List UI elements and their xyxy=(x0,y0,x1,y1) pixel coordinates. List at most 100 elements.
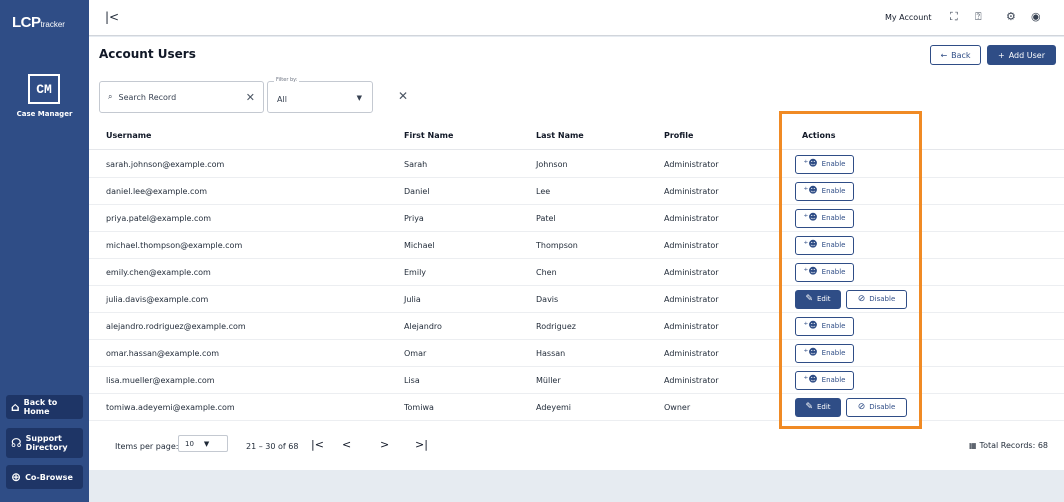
username-cell: julia.davis@example.com xyxy=(106,294,209,304)
table-row: julia.davis@example.com Julia Davis Adminis… xyxy=(89,286,1064,313)
last-name-cell: Lee xyxy=(536,186,551,196)
case-manager-label: Case Manager xyxy=(16,110,73,118)
my-account-link[interactable]: My Account xyxy=(885,13,931,22)
items-per-page-select[interactable]: 10 ▼ xyxy=(178,435,228,452)
table-header: Username First Name Last Name Profile Ac… xyxy=(89,122,1064,150)
enable-button[interactable]: ⁺☻ Enable xyxy=(795,235,854,255)
support-directory-button[interactable]: ☊ Support Directory xyxy=(6,428,83,458)
table-row: alejandro.rodriguez@example.com Alejandro… xyxy=(89,313,1064,340)
first-name-cell: Julia xyxy=(404,294,421,304)
actions-cell: ✎ Edit ⊘ Disable xyxy=(795,394,907,420)
page-range: 21 – 30 of 68 xyxy=(246,442,299,451)
table-row: daniel.lee@example.com Daniel Lee Administr… xyxy=(89,178,1064,205)
first-name-cell: Sarah xyxy=(404,159,428,169)
username-cell: alejandro.rodriguez@example.com xyxy=(106,321,246,331)
plus-icon: + xyxy=(998,50,1005,60)
username-cell: omar.hassan@example.com xyxy=(106,348,220,358)
pagination-bar: Items per page: 10 ▼ 21 – 30 of 68 |< < … xyxy=(89,429,1064,469)
items-per-page-label: Items per page: xyxy=(115,442,179,451)
account-icon[interactable]: ◉ xyxy=(1031,10,1041,23)
table-row: tomiwa.adeyemi@example.com Tomiwa Adeyemi O… xyxy=(89,394,1064,421)
actions-cell: ⁺☻ Enable xyxy=(795,340,854,366)
enable-button[interactable]: ⁺☻ Enable xyxy=(795,262,854,282)
profile-cell: Administrator xyxy=(664,321,719,331)
back-to-home-button[interactable]: ⌂ Back to Home xyxy=(6,395,83,419)
back-button[interactable]: ← Back xyxy=(930,45,981,65)
add-user-button[interactable]: + Add User xyxy=(987,45,1056,65)
username-cell: sarah.johnson@example.com xyxy=(106,159,225,169)
profile-cell: Administrator xyxy=(664,159,719,169)
header-profile[interactable]: Profile xyxy=(664,122,693,149)
pencil-icon: ✎ xyxy=(805,401,813,412)
profile-cell: Administrator xyxy=(664,267,719,277)
actions-cell: ⁺☻ Enable xyxy=(795,151,854,177)
top-bar: |< My Account ⛶ ⍰ ⚙ ◉ xyxy=(89,0,1064,36)
username-cell: emily.chen@example.com xyxy=(106,267,211,277)
actions-cell: ⁺☻ Enable xyxy=(795,259,854,285)
edit-button[interactable]: ✎ Edit xyxy=(795,289,841,309)
table-row: emily.chen@example.com Emily Chen Administr… xyxy=(89,259,1064,286)
actions-cell: ⁺☻ Enable xyxy=(795,205,854,231)
table-row: michael.thompson@example.com Michael Thomp… xyxy=(89,232,1064,259)
header-first-name[interactable]: First Name xyxy=(404,122,453,149)
remove-person-icon: ⊘ xyxy=(857,293,866,304)
case-manager-logo-icon[interactable]: CM xyxy=(28,74,60,104)
arrow-left-icon: ← xyxy=(940,50,948,60)
last-page-icon[interactable]: >| xyxy=(415,438,428,451)
clear-search-icon[interactable]: ✕ xyxy=(246,91,255,104)
profile-cell: Administrator xyxy=(664,375,719,385)
headset-icon: ☊ xyxy=(11,436,22,450)
last-name-cell: Patel xyxy=(536,213,556,223)
enable-button[interactable]: ⁺☻ Enable xyxy=(795,316,854,336)
header-username[interactable]: Username xyxy=(106,122,151,149)
enable-button[interactable]: ⁺☻ Enable xyxy=(795,370,854,390)
profile-cell: Administrator xyxy=(664,348,719,358)
filter-select[interactable]: Filter by: All ▼ xyxy=(267,77,373,113)
last-name-cell: Rodriguez xyxy=(536,321,576,331)
actions-cell: ⁺☻ Enable xyxy=(795,178,854,204)
add-person-icon: ⁺☻ xyxy=(803,320,818,331)
first-name-cell: Omar xyxy=(404,348,427,358)
enable-button[interactable]: ⁺☻ Enable xyxy=(795,181,854,201)
first-page-icon[interactable]: |< xyxy=(311,438,324,451)
help-icon[interactable]: ⍰ xyxy=(975,10,982,24)
profile-cell: Owner xyxy=(664,402,691,412)
filter-value: All xyxy=(277,95,287,104)
last-name-cell: Hassan xyxy=(536,348,566,358)
page-title: Account Users xyxy=(99,47,196,61)
add-person-icon: ⁺☻ xyxy=(803,347,818,358)
first-name-cell: Priya xyxy=(404,213,424,223)
co-browse-icon: ⊕ xyxy=(11,470,22,484)
disable-button[interactable]: ⊘ Disable xyxy=(846,397,907,417)
table-row: lisa.mueller@example.com Lisa Müller Admini… xyxy=(89,367,1064,394)
actions-cell: ⁺☻ Enable xyxy=(795,232,854,258)
enable-button[interactable]: ⁺☻ Enable xyxy=(795,154,854,174)
add-person-icon: ⁺☻ xyxy=(803,266,818,277)
enable-button[interactable]: ⁺☻ Enable xyxy=(795,208,854,228)
remove-person-icon: ⊘ xyxy=(857,401,866,412)
lcptracker-logo[interactable]: LCPtracker xyxy=(12,14,65,31)
last-name-cell: Johnson xyxy=(536,159,568,169)
filter-label: Filter by: xyxy=(274,77,300,83)
search-input[interactable]: ⌕ Search Record ✕ xyxy=(99,81,264,113)
next-page-icon[interactable]: > xyxy=(380,438,389,451)
chevron-down-icon: ▼ xyxy=(356,94,362,102)
disable-button[interactable]: ⊘ Disable xyxy=(846,289,907,309)
add-person-icon: ⁺☻ xyxy=(803,158,818,169)
settings-icon[interactable]: ⚙ xyxy=(1006,10,1016,23)
add-person-icon: ⁺☻ xyxy=(803,212,818,223)
co-browse-button[interactable]: ⊕ Co-Browse xyxy=(6,465,83,489)
first-name-cell: Alejandro xyxy=(404,321,442,331)
first-name-cell: Emily xyxy=(404,267,427,277)
edit-button[interactable]: ✎ Edit xyxy=(795,397,841,417)
previous-page-icon[interactable]: < xyxy=(342,438,351,451)
table-row: sarah.johnson@example.com Sarah Johnson Adm… xyxy=(89,151,1064,178)
actions-cell: ✎ Edit ⊘ Disable xyxy=(795,286,907,312)
clear-filter-icon[interactable]: ✕ xyxy=(398,89,408,103)
header-last-name[interactable]: Last Name xyxy=(536,122,584,149)
fullscreen-icon[interactable]: ⛶ xyxy=(950,10,958,24)
main-panel: Account Users ← Back + Add User ⌕ Search… xyxy=(89,37,1064,470)
enable-button[interactable]: ⁺☻ Enable xyxy=(795,343,854,363)
collapse-left-icon[interactable]: |< xyxy=(105,10,119,24)
last-name-cell: Adeyemi xyxy=(536,402,572,412)
